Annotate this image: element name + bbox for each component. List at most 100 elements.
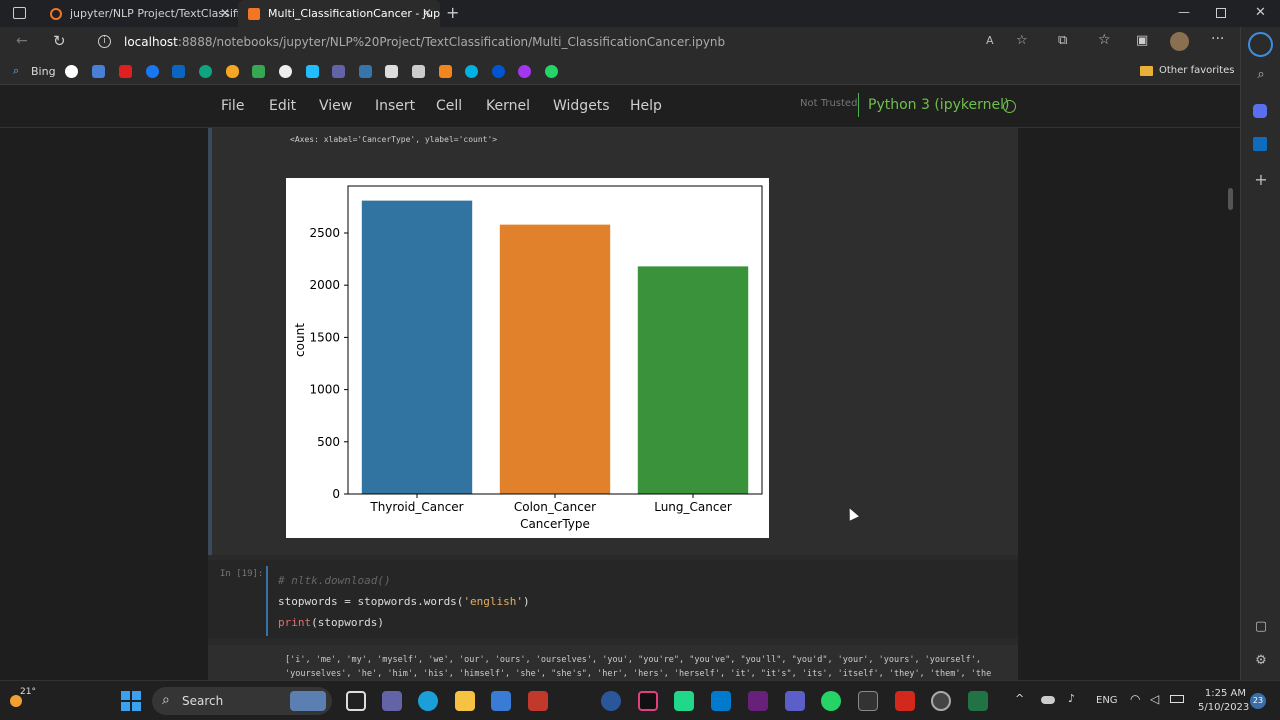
- url-host: localhost: [124, 35, 178, 49]
- drive-icon[interactable]: [252, 65, 265, 78]
- code-editor[interactable]: # nltk.download() stopwords = stopwords.…: [266, 566, 1018, 636]
- close-tab-icon[interactable]: ✕: [220, 6, 230, 20]
- wifi-icon[interactable]: ◠: [1130, 692, 1140, 706]
- close-window-icon[interactable]: ✕: [1255, 5, 1266, 20]
- y-axis-label: count: [293, 323, 307, 357]
- y-tick-label: 2000: [309, 278, 340, 292]
- excel-icon[interactable]: [968, 691, 988, 711]
- app-grid-icon[interactable]: [528, 691, 548, 711]
- pycharm-icon[interactable]: [674, 691, 694, 711]
- url-box[interactable]: i localhost:8888/notebooks/jupyter/NLP%2…: [86, 30, 1046, 55]
- chatgpt-icon[interactable]: [199, 65, 212, 78]
- menu-file[interactable]: File: [221, 98, 244, 114]
- kaggle-icon[interactable]: [306, 65, 319, 78]
- menu-cell[interactable]: Cell: [436, 98, 462, 114]
- outlook-icon[interactable]: [1253, 137, 1267, 151]
- udemy-icon[interactable]: [518, 65, 531, 78]
- page-scrollbar[interactable]: [1226, 128, 1234, 680]
- clock[interactable]: 1:25 AM 5/10/2023: [1198, 687, 1249, 715]
- taskbar-search[interactable]: ⌕ Search: [152, 687, 332, 715]
- vscode-icon[interactable]: [711, 691, 731, 711]
- scrollbar-thumb[interactable]: [1228, 188, 1233, 210]
- file-explorer-icon[interactable]: [455, 691, 475, 711]
- weather-temp[interactable]: 21°: [20, 687, 36, 697]
- search-icon[interactable]: ⌕: [1253, 67, 1269, 83]
- extensions-icon[interactable]: ⧉: [1058, 33, 1067, 48]
- teams-icon[interactable]: [785, 691, 805, 711]
- menu-view[interactable]: View: [319, 98, 352, 114]
- kernel-name[interactable]: Python 3 (ipykernel): [858, 93, 1009, 117]
- task-view-icon[interactable]: [346, 691, 366, 711]
- copilot-icon[interactable]: [1253, 104, 1267, 118]
- add-favorite-icon[interactable]: ☆: [1016, 33, 1028, 48]
- acrobat-icon[interactable]: [895, 691, 915, 711]
- add-icon[interactable]: +: [1253, 170, 1269, 189]
- avatar[interactable]: [1170, 32, 1189, 51]
- store-icon[interactable]: [491, 691, 511, 711]
- coursera-icon[interactable]: [492, 65, 505, 78]
- battery-icon[interactable]: [1170, 695, 1184, 703]
- start-icon[interactable]: [121, 691, 141, 711]
- bing-chat-icon[interactable]: [1248, 32, 1273, 57]
- bing-search-icon[interactable]: ⌕: [13, 64, 19, 78]
- url-text[interactable]: localhost:8888/notebooks/jupyter/NLP%20P…: [124, 35, 725, 49]
- favorites-icon[interactable]: ☆: [1098, 32, 1111, 48]
- stopwords-output[interactable]: ['i', 'me', 'my', 'myself', 'we', 'our',…: [208, 645, 1018, 680]
- linkedin-icon[interactable]: [172, 65, 185, 78]
- restore-icon[interactable]: [1216, 8, 1226, 18]
- output-line: ['i', 'me', 'my', 'myself', 'we', 'our',…: [285, 655, 981, 665]
- sidebar-toggle-icon[interactable]: ▢: [1253, 619, 1269, 635]
- terminal-icon[interactable]: [858, 691, 878, 711]
- mic-icon[interactable]: ♪: [1068, 692, 1075, 705]
- upload-icon[interactable]: [439, 65, 452, 78]
- settings-icon[interactable]: ⚙: [1253, 653, 1269, 669]
- menu-insert[interactable]: Insert: [375, 98, 415, 114]
- code-cell[interactable]: In [19]: # nltk.download() stopwords = s…: [208, 560, 1018, 638]
- refresh-icon[interactable]: ↻: [53, 32, 66, 50]
- word-icon[interactable]: [601, 691, 621, 711]
- other-favorites[interactable]: Other favorites: [1159, 65, 1234, 76]
- visual-studio-icon[interactable]: [748, 691, 768, 711]
- tray-overflow-icon[interactable]: ^: [1015, 692, 1024, 705]
- tab-multi-classification[interactable]: Multi_ClassificationCancer - Jupy ✕: [238, 0, 440, 27]
- facebook-icon[interactable]: [146, 65, 159, 78]
- collections-icon[interactable]: ▣: [1136, 33, 1148, 48]
- intellij-icon[interactable]: [638, 691, 658, 711]
- trust-status[interactable]: Not Trusted: [800, 98, 857, 109]
- github-icon[interactable]: [279, 65, 292, 78]
- read-aloud-icon[interactable]: A: [986, 34, 994, 47]
- more-menu-icon[interactable]: ···: [1211, 31, 1224, 47]
- close-tab-icon[interactable]: ✕: [422, 6, 432, 20]
- cloud-icon[interactable]: [465, 65, 478, 78]
- meta-icon[interactable]: [226, 65, 239, 78]
- edge-icon[interactable]: [418, 691, 438, 711]
- image-icon[interactable]: [412, 65, 425, 78]
- input-language[interactable]: ENG: [1096, 695, 1118, 706]
- site-info-icon[interactable]: i: [98, 35, 111, 48]
- chrome-icon[interactable]: [931, 691, 951, 711]
- notification-badge[interactable]: 23: [1250, 693, 1266, 709]
- tab-actions-icon[interactable]: [13, 7, 26, 19]
- menu-kernel[interactable]: Kernel: [486, 98, 530, 114]
- minimize-icon[interactable]: —: [1178, 5, 1190, 19]
- python-icon[interactable]: [359, 65, 372, 78]
- google-icon[interactable]: [65, 65, 78, 78]
- menu-widgets[interactable]: Widgets: [553, 98, 610, 114]
- translate-icon[interactable]: [92, 65, 105, 78]
- bing-favorite[interactable]: Bing: [31, 65, 56, 78]
- teams-icon[interactable]: [332, 65, 345, 78]
- tab-jupyter-tree[interactable]: jupyter/NLP Project/TextClassific ✕: [40, 0, 238, 27]
- output-cell[interactable]: <Axes: xlabel='CancerType', ylabel='coun…: [208, 128, 1018, 555]
- menu-edit[interactable]: Edit: [269, 98, 296, 114]
- onedrive-icon[interactable]: [1041, 696, 1055, 704]
- teams-chat-icon[interactable]: [382, 691, 402, 711]
- qr-icon[interactable]: [385, 65, 398, 78]
- back-icon[interactable]: ←: [16, 33, 28, 49]
- menu-help[interactable]: Help: [630, 98, 662, 114]
- code-string: 'english': [463, 595, 524, 608]
- whatsapp-icon[interactable]: [821, 691, 841, 711]
- new-tab-icon[interactable]: +: [446, 3, 459, 22]
- whatsapp-icon[interactable]: [545, 65, 558, 78]
- youtube-icon[interactable]: [119, 65, 132, 78]
- volume-icon[interactable]: ◁: [1150, 692, 1159, 706]
